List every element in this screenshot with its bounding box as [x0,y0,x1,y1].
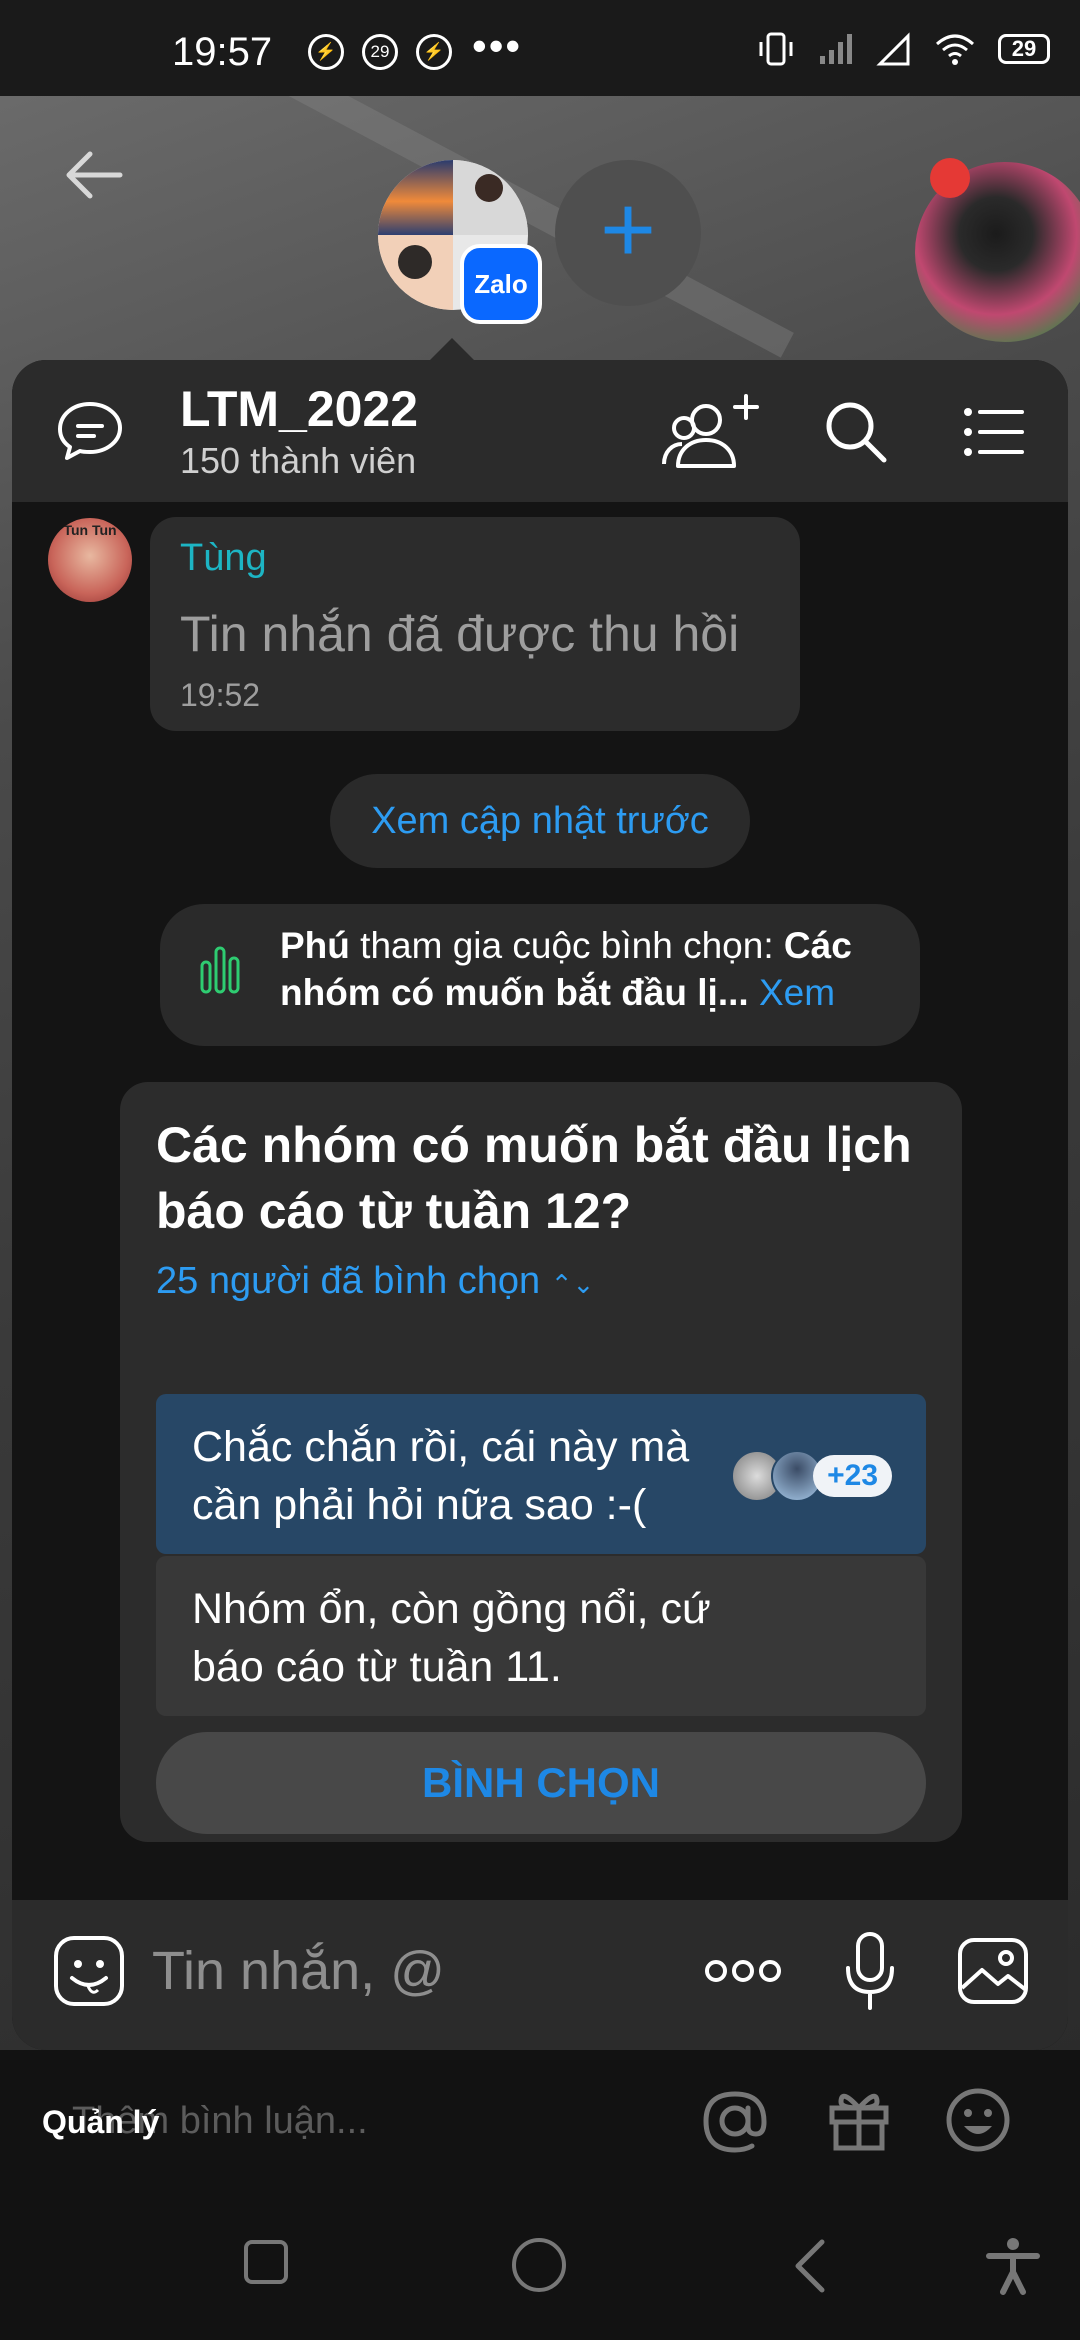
group-title[interactable]: LTM_2022 [180,380,418,438]
vote-button[interactable]: BÌNH CHỌN [156,1732,926,1834]
poll-chart-icon [200,946,240,994]
home-icon[interactable] [512,2238,566,2292]
message-bubble[interactable]: Tùng Tin nhắn đã được thu hồi 19:52 [150,517,800,731]
message-composer: Tin nhắn, @ [12,1900,1068,2050]
member-count: 150 thành viên [180,440,417,481]
mention-at-icon[interactable] [700,2086,770,2156]
add-button[interactable]: + [555,160,701,306]
messenger-icon: ⚡ [416,34,452,70]
clock: 19:57 [172,30,273,74]
wifi-icon [936,34,974,65]
chat-header: LTM_2022 150 thành viên [12,360,1068,502]
vibrate-icon [759,32,793,66]
see-previous-updates-button[interactable]: Xem cập nhật trước [330,774,750,868]
messenger-icon: ⚡ [308,34,344,70]
sticker-emoji-icon[interactable] [52,1934,126,2008]
zalo-logo-icon: Zalo [460,244,542,324]
poll-notice: Phú tham gia cuộc bình chọn: Các nhóm có… [160,904,920,1046]
accessibility-icon[interactable] [985,2236,1041,2296]
poll-option-text: Chắc chắn rồi, cái này mà cần phải hỏi n… [192,1423,690,1529]
signal-icon [820,34,852,64]
group-chat-panel: LTM_2022 150 thành viên Tun Tun Tùng Tin… [12,360,1068,2050]
panel-pointer [430,338,474,360]
poll-card: Các nhóm có muốn bắt đầu lịch báo cáo từ… [120,1082,962,1842]
voter-avatars[interactable]: +23 [731,1450,892,1502]
extra-voters-count: +23 [813,1455,892,1497]
manage-button[interactable]: Quản lý [42,2104,159,2141]
message-time: 19:52 [180,677,261,713]
more-notifications-icon: ••• [472,22,523,69]
poll-option[interactable]: Nhóm ổn, còn gồng nổi, cứ báo cáo từ tuầ… [156,1556,926,1716]
gift-icon[interactable] [826,2086,892,2152]
microphone-icon[interactable] [842,1930,898,2012]
menu-list-icon[interactable] [962,400,1026,464]
notification-count-icon: 29 [362,34,398,70]
system-back-icon[interactable] [790,2236,830,2296]
signal-empty-icon [876,32,910,66]
message-input[interactable]: Tin nhắn, @ [152,1940,445,2002]
poll-question: Các nhóm có muốn bắt đầu lịch báo cáo từ… [156,1117,912,1239]
chat-bubble-icon[interactable] [54,396,126,468]
more-options-icon[interactable] [702,1956,784,1986]
message-text: Tin nhắn đã được thu hồi [180,606,740,662]
search-icon[interactable] [820,396,890,466]
notification-dot [930,158,970,198]
expand-chevron-icon: ⌃⌄ [550,1269,595,1299]
sender-avatar[interactable]: Tun Tun [48,518,132,602]
poll-notice-text: Phú tham gia cuộc bình chọn: Các nhóm có… [280,925,852,1013]
poll-option-text: Nhóm ổn, còn gồng nổi, cứ báo cáo từ tuầ… [192,1585,711,1691]
live-bottom-area [0,2050,1080,2340]
back-arrow-icon[interactable] [60,140,130,210]
recent-apps-icon[interactable] [244,2240,288,2284]
sender-name: Tùng [180,537,267,579]
poll-option[interactable]: Chắc chắn rồi, cái này mà cần phải hỏi n… [156,1394,926,1554]
add-member-icon[interactable] [662,392,762,476]
battery-icon: 29 [998,34,1050,64]
status-bar: 19:57 ⚡ 29 ⚡ ••• 29 [0,0,1080,96]
image-gallery-icon[interactable] [956,1934,1030,2008]
poll-votes-summary[interactable]: 25 người đã bình chọn ⌃⌄ [156,1260,594,1303]
emoji-icon[interactable] [944,2086,1012,2154]
view-poll-link[interactable]: Xem [759,972,835,1013]
